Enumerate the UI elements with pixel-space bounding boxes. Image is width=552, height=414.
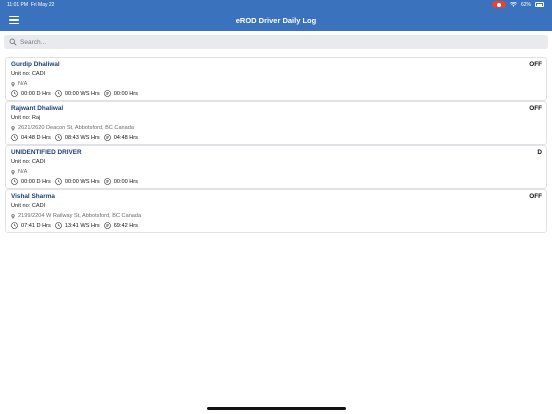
work-shift-hours: 00:00 WS Hrs [55, 90, 100, 97]
driver-card[interactable]: UNIDENTIFIED DRIVER D Unit no: CADI N/A … [5, 145, 547, 189]
clock-icon [55, 90, 62, 97]
unit-number: Unit no: CADI [11, 159, 46, 165]
work-shift-hours-text: 00:00 WS Hrs [64, 178, 100, 185]
driver-name: Rajwant Dhaliwal [11, 105, 64, 112]
cycle-clock-icon [103, 222, 111, 229]
battery-icon [535, 2, 544, 7]
driver-card[interactable]: Vishal Sharma OFF Unit no: CADI 2199/220… [5, 189, 547, 233]
driver-name: UNIDENTIFIED DRIVER [11, 149, 82, 156]
wifi-icon [510, 2, 517, 7]
driver-name: Gurdip Dhaliwal [11, 61, 60, 68]
driver-status: OFF [529, 193, 542, 200]
nav-bar: eROD Driver Daily Log [0, 9, 552, 31]
work-shift-hours: 00:00 WS Hrs [55, 178, 100, 185]
search-input[interactable] [20, 36, 540, 48]
driver-name: Vishal Sharma [11, 193, 55, 200]
drive-hours: 00:00 D Hrs [11, 90, 51, 97]
cycle-hours: 04:48 Hrs [103, 134, 138, 141]
work-shift-hours-text: 13:41 WS Hrs [64, 222, 100, 229]
cycle-hours-text: 04:48 Hrs [113, 134, 138, 141]
work-shift-hours-text: 08:43 WS Hrs [64, 134, 100, 141]
cycle-clock-icon [103, 134, 111, 141]
drive-hours-text: 07:41 D Hrs [21, 222, 51, 229]
location: 2621/2620 Deacon St, Abbotsford, BC Cana… [11, 125, 134, 131]
drive-hours-text: 00:00 D Hrs [21, 90, 51, 97]
search-icon [9, 38, 17, 46]
cycle-hours: 00:00 Hrs [103, 90, 138, 97]
cycle-hours-text: 00:00 Hrs [113, 90, 138, 97]
home-indicator[interactable] [207, 407, 346, 410]
driver-card[interactable]: Rajwant Dhaliwal OFF Unit no: Raj 2621/2… [5, 101, 547, 145]
cycle-hours: 00:00 Hrs [103, 178, 138, 185]
driver-status: D [537, 149, 542, 156]
cycle-hours: 69:42 Hrs [103, 222, 138, 229]
clock-icon [11, 134, 18, 141]
work-shift-hours: 13:41 WS Hrs [55, 222, 100, 229]
location-text: 2199/2204 W Railway St, Abbotsford, BC C… [18, 213, 142, 219]
drive-hours: 07:41 D Hrs [11, 222, 51, 229]
hours-row: 00:00 D Hrs 00:00 WS Hrs 00:00 Hrs [11, 178, 142, 185]
driver-status: OFF [529, 105, 542, 112]
cycle-hours-text: 00:00 Hrs [113, 178, 138, 185]
cycle-hours-text: 69:42 Hrs [113, 222, 138, 229]
drive-hours: 04:48 D Hrs [11, 134, 51, 141]
hours-row: 00:00 D Hrs 00:00 WS Hrs 00:00 Hrs [11, 90, 142, 97]
location: 2199/2204 W Railway St, Abbotsford, BC C… [11, 213, 141, 219]
clock-icon [55, 134, 62, 141]
location-pin-icon [11, 169, 15, 175]
drive-hours-text: 04:48 D Hrs [21, 134, 51, 141]
location-text: N/A [18, 81, 28, 87]
location-pin-icon [11, 81, 15, 87]
driver-status: OFF [529, 61, 542, 68]
status-time-date: 11:01 PM Fri May 22 [7, 2, 54, 8]
location-pin-icon [11, 125, 15, 131]
clock-icon [11, 178, 18, 185]
status-indicators: 62% [491, 1, 544, 8]
battery-percent: 62% [520, 1, 531, 8]
unit-number: Unit no: CADI [11, 71, 46, 77]
status-date: Fri May 22 [30, 2, 55, 8]
location-pin-icon [11, 213, 15, 219]
location: N/A [11, 169, 27, 175]
drive-hours-text: 00:00 D Hrs [21, 178, 51, 185]
clock-icon [11, 222, 18, 229]
work-shift-hours-text: 00:00 WS Hrs [64, 90, 100, 97]
driver-list: Gurdip Dhaliwal OFF Unit no: CADI N/A 00… [5, 57, 547, 233]
work-shift-hours: 08:43 WS Hrs [55, 134, 100, 141]
clock-icon [55, 178, 62, 185]
search-bar[interactable] [4, 35, 548, 49]
location-text: N/A [18, 169, 28, 175]
location-text: 2621/2620 Deacon St, Abbotsford, BC Cana… [18, 125, 134, 131]
screen-record-icon [491, 1, 506, 8]
status-time: 11:01 PM [7, 2, 29, 8]
clock-icon [55, 222, 62, 229]
cycle-clock-icon [103, 90, 111, 97]
location: N/A [11, 81, 27, 87]
hamburger-icon[interactable] [9, 16, 19, 24]
page-title: eROD Driver Daily Log [235, 15, 317, 25]
hours-row: 07:41 D Hrs 13:41 WS Hrs 69:42 Hrs [11, 222, 142, 229]
unit-number: Unit no: CADI [11, 203, 46, 209]
status-bar: 11:01 PM Fri May 22 62% [0, 0, 552, 9]
hours-row: 04:48 D Hrs 08:43 WS Hrs 04:48 Hrs [11, 134, 142, 141]
drive-hours: 00:00 D Hrs [11, 178, 51, 185]
clock-icon [11, 90, 18, 97]
driver-card[interactable]: Gurdip Dhaliwal OFF Unit no: CADI N/A 00… [5, 57, 547, 101]
cycle-clock-icon [103, 178, 111, 185]
unit-number: Unit no: Raj [11, 115, 41, 121]
